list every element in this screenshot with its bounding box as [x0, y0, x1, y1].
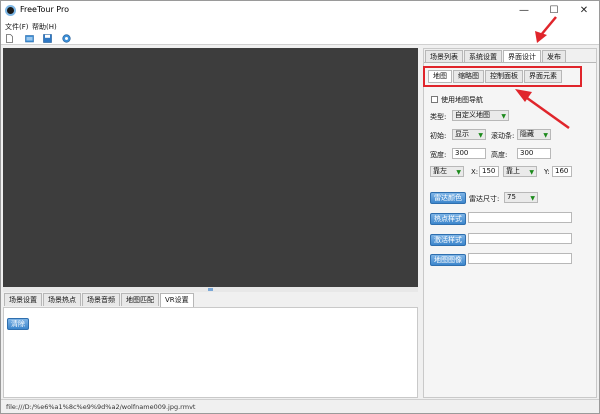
- annotation-arrow-top: [540, 16, 557, 36]
- app-window: FreeTour Pro — ☐ ✕ 文件(F) 帮助(H) 场景设置 场景热点…: [0, 0, 600, 414]
- annotation-arrow-bottom: [526, 96, 570, 130]
- annotation-arrows: [515, 16, 570, 130]
- status-file-path: file:///D:/%e6%a1%8c%e9%9d%a2/wolfname00…: [6, 403, 196, 411]
- annotation-arrowhead-top: [535, 31, 547, 43]
- status-bar: file:///D:/%e6%a1%8c%e9%9d%a2/wolfname00…: [1, 399, 599, 413]
